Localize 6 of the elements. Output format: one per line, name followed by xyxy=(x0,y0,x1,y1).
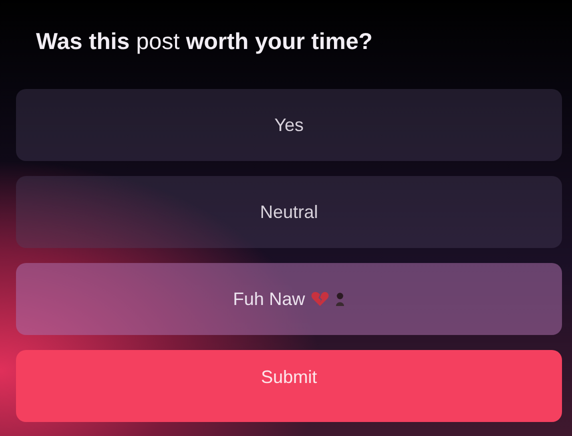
broken-heart-icon xyxy=(311,291,330,307)
figure-icon xyxy=(335,292,346,306)
answer-option[interactable]: Neutral xyxy=(16,176,562,248)
answer-option[interactable]: Fuh Naw xyxy=(16,263,562,335)
question-title: Was this post worth your time? xyxy=(36,28,374,55)
answer-option[interactable]: Yes xyxy=(16,89,562,161)
